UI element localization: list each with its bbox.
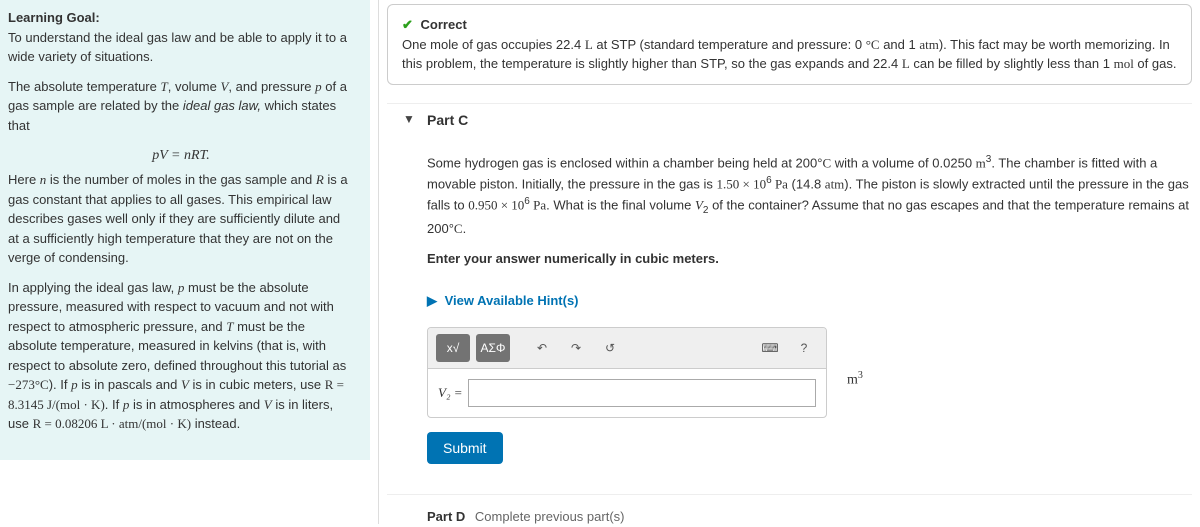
feedback-title: Correct [421,17,467,32]
question-panel: ✔ Correct One mole of gas occupies 22.4 … [378,0,1200,524]
toolbar-keyboard-button[interactable]: ⌨ [756,334,784,362]
caret-right-icon: ▶ [427,293,437,308]
part-c-body: Some hydrogen gas is enclosed within a c… [387,152,1192,465]
toolbar-greek-button[interactable]: ΑΣΦ [476,334,510,362]
toolbar-templates-button[interactable]: x√ [436,334,470,362]
check-icon: ✔ [402,17,413,32]
submit-button[interactable]: Submit [427,432,503,464]
ideal-gas-equation: pV = nRT. [8,145,354,166]
intro-paragraph-2: Here n is the number of moles in the gas… [8,170,354,268]
learning-goal-text: To understand the ideal gas law and be a… [8,30,347,65]
intro-paragraph-3: In applying the ideal gas law, p must be… [8,278,354,434]
feedback-body: One mole of gas occupies 22.4 L at STP (… [402,37,1176,72]
toolbar-undo-button[interactable]: ↶ [528,334,556,362]
question-text: Some hydrogen gas is enclosed within a c… [427,152,1192,240]
toolbar-redo-button[interactable]: ↷ [562,334,590,362]
part-d-header: Part D Complete previous part(s) [387,494,1192,524]
caret-down-icon: ▼ [403,112,415,126]
equation-toolbar: x√ ΑΣΦ ↶ ↷ ↺ ⌨ ? [428,328,826,369]
learning-goal-panel: Learning Goal: To understand the ideal g… [0,0,370,460]
toolbar-reset-button[interactable]: ↺ [596,334,624,362]
learning-goal-heading: Learning Goal: [8,10,100,25]
answer-instruction: Enter your answer numerically in cubic m… [427,249,1192,269]
toolbar-help-button[interactable]: ? [790,334,818,362]
answer-input[interactable] [468,379,816,407]
part-d-label: Part D [427,509,465,524]
part-d-status: Complete previous part(s) [475,509,625,524]
part-c-label: Part C [427,112,468,128]
view-hints-link[interactable]: ▶ View Available Hint(s) [427,291,579,311]
answer-variable-label: V₂ = [438,383,462,403]
feedback-correct: ✔ Correct One mole of gas occupies 22.4 … [387,4,1192,85]
part-c-header[interactable]: ▼ Part C [387,103,1192,146]
answer-box: x√ ΑΣΦ ↶ ↷ ↺ ⌨ ? V₂ = [427,327,827,418]
answer-unit: m3 [847,368,863,391]
intro-paragraph-1: The absolute temperature T, volume V, an… [8,77,354,136]
